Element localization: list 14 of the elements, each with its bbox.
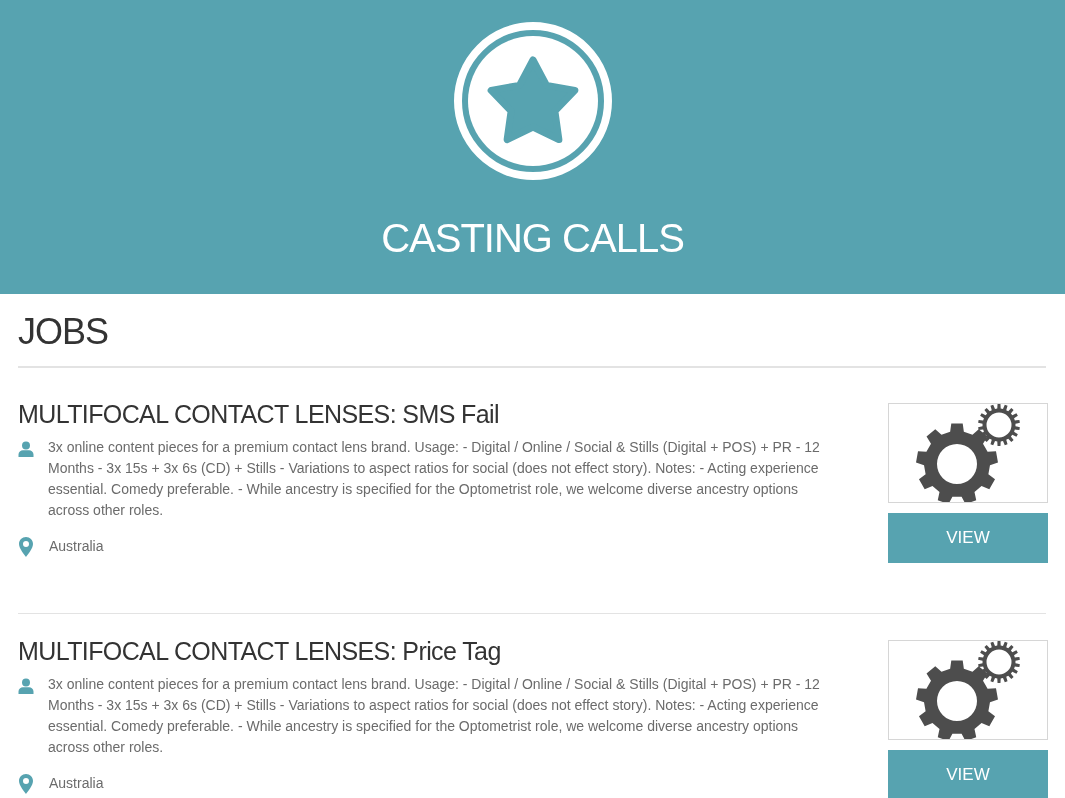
location-pin-icon [19,536,33,557]
location-pin-icon [19,773,33,794]
job-title: MULTIFOCAL CONTACT LENSES: SMS Fail [18,399,499,429]
page-title: CASTING CALLS [381,215,684,262]
view-button[interactable]: VIEW [888,750,1048,798]
job-title: MULTIFOCAL CONTACT LENSES: Price Tag [18,636,501,666]
job-location: Australia [49,774,104,793]
job-location: Australia [49,537,104,556]
view-button[interactable]: VIEW [888,513,1048,563]
job-description: 3x online content pieces for a premium contact lens brand. Usage: - Digital / Online / Social & Stills (Digital + POS) + PR - 12 Months - 3x 15s + 3x 6s (CD) + Stills - Variations to aspect ratios for social (does not effect story). Notes: - Acting experience essential. Comedy preferable. - While ancestry is specified for the Optometrist role, we welcome diverse ancestry options across other roles. [48,675,821,757]
job-description: 3x online content pieces for a premium contact lens brand. Usage: - Digital / Online / Social & Stills (Digital + POS) + PR - 12 Months - 3x 15s + 3x 6s (CD) + Stills - Variations to aspect ratios for social (does not effect story). Notes: - Acting experience essential. Comedy preferable. - While ancestry is specified for the Optometrist role, we welcome diverse ancestry options across other roles. [48,438,821,520]
section-heading: JOBS [18,310,109,354]
person-icon [18,441,34,457]
person-icon [18,678,34,694]
